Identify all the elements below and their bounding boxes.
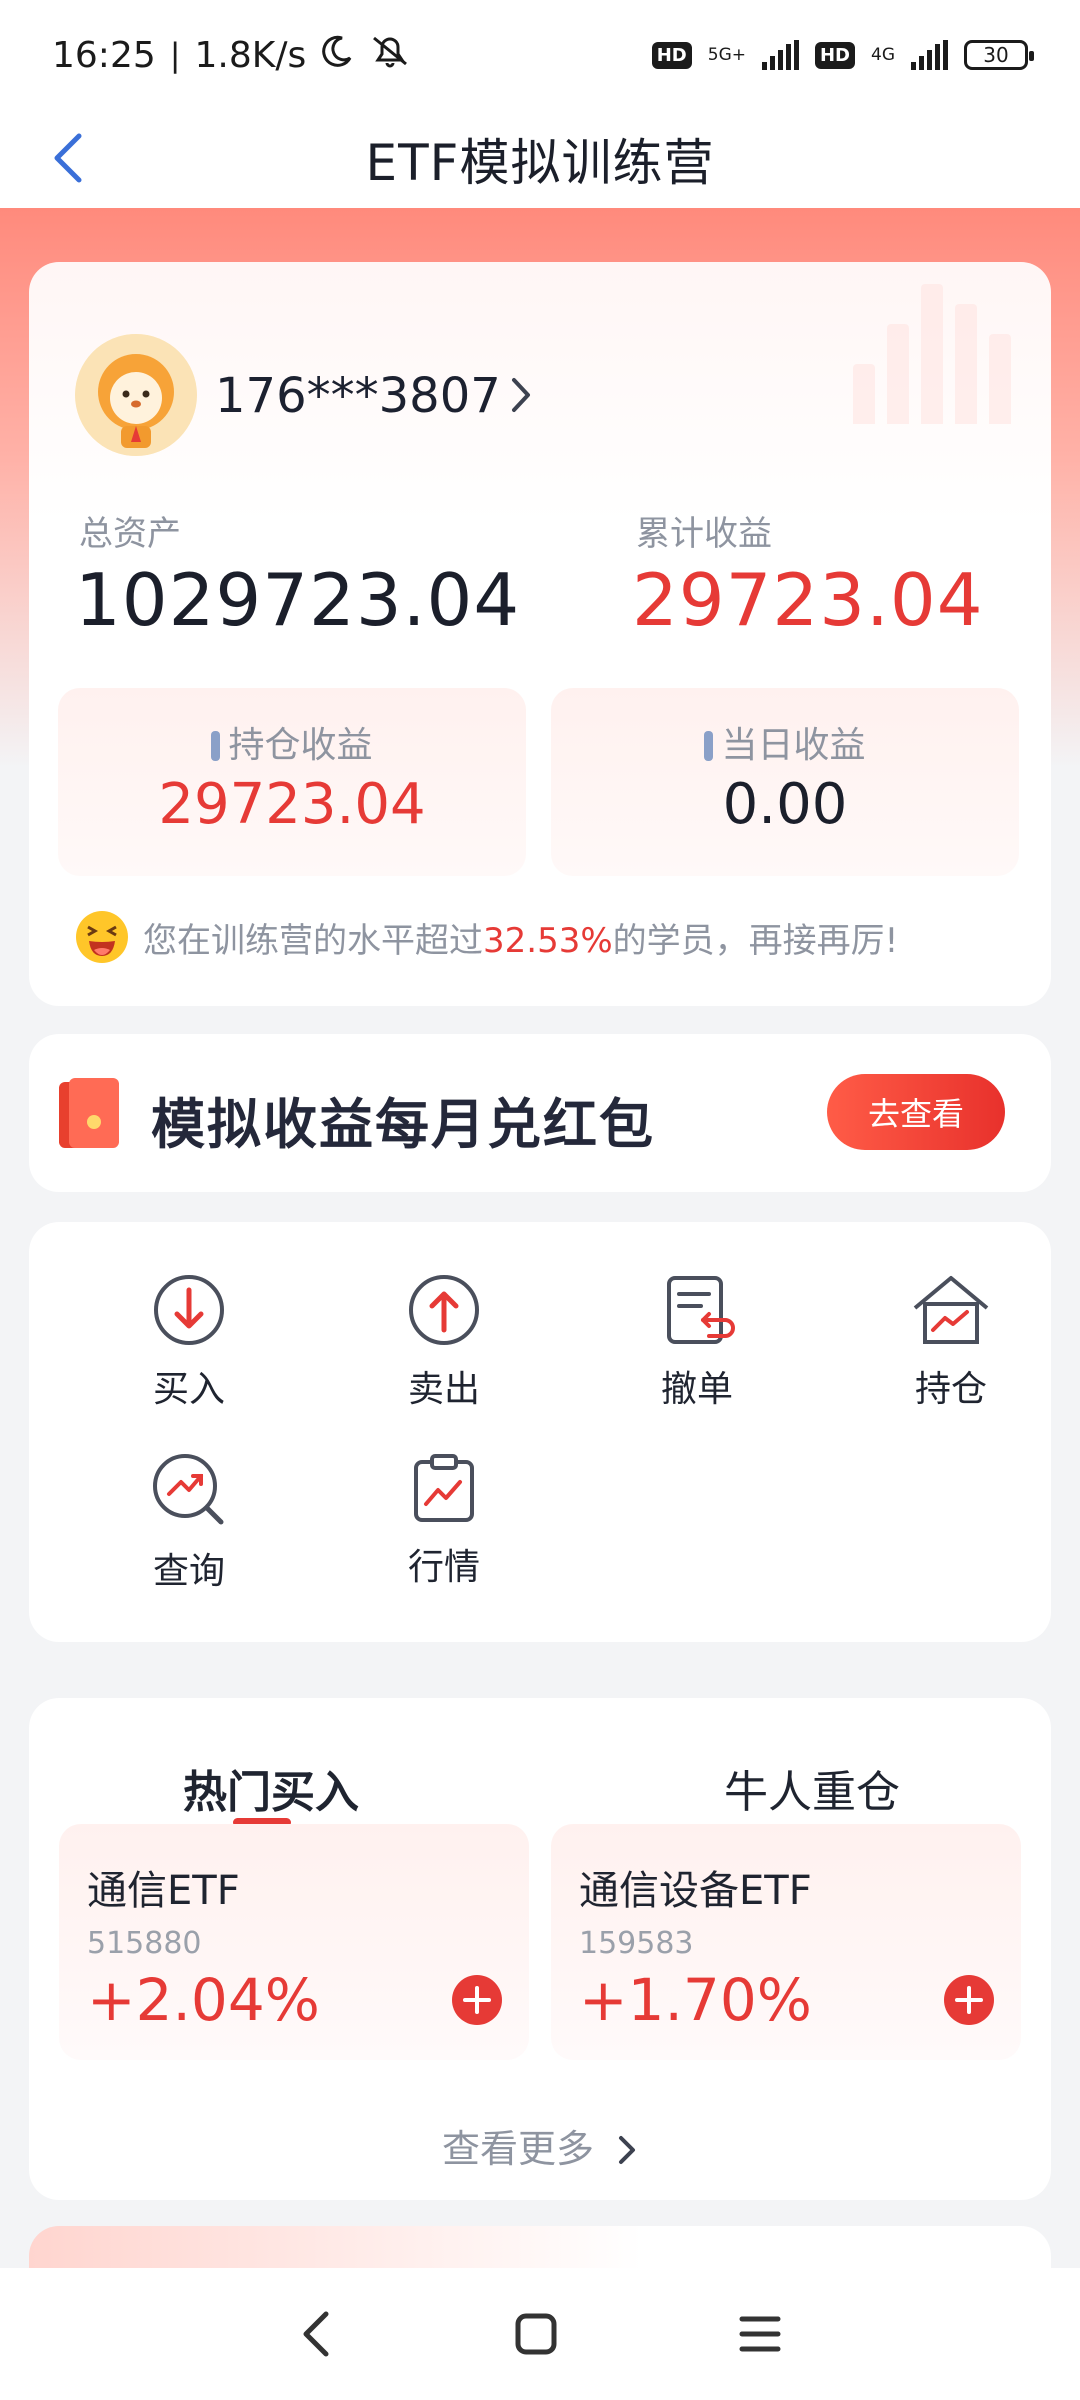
cumulative-profit-value: 29723.04: [632, 558, 984, 642]
view-more-label: 查看更多: [441, 2127, 594, 2171]
holding-profit-label: 持仓收益: [228, 725, 373, 766]
rank-percent: 32.53%: [483, 920, 613, 961]
hd-badge-2: HD: [814, 41, 855, 69]
add-icon[interactable]: [943, 1974, 995, 2026]
daily-tick-icon: [704, 731, 714, 761]
account-id[interactable]: 176***3807: [215, 368, 501, 424]
net-5g-label: 5G+: [707, 44, 746, 65]
nav-header: ETF模拟训练营: [0, 110, 1080, 208]
tab-top-holdings[interactable]: 牛人重仓: [724, 1756, 900, 1820]
query-icon: [153, 1454, 224, 1525]
battery-icon: 30: [964, 40, 1034, 70]
tab-hot-buy[interactable]: 热门买入: [183, 1756, 359, 1820]
chevron-left-icon: [54, 133, 82, 183]
market-action[interactable]: 行情: [364, 1450, 524, 1590]
mute-icon: [368, 34, 412, 77]
daily-profit-box: 当日收益 0.00: [551, 688, 1019, 876]
daily-profit-value: 0.00: [722, 772, 848, 837]
signal-4g-icon: [911, 40, 948, 70]
rank-message: 您在训练营的水平超过32.53%的学员，再接再厉!: [75, 910, 898, 964]
buy-action[interactable]: 买入: [109, 1272, 269, 1412]
holdings-action[interactable]: 持仓: [871, 1272, 1031, 1412]
buy-label: 买入: [152, 1369, 225, 1410]
fund-change: +1.70%: [579, 1966, 812, 2034]
holding-profit-value: 29723.04: [158, 772, 426, 837]
holdings-icon: [913, 1276, 989, 1344]
nav-home-icon[interactable]: [514, 2312, 558, 2356]
account-card: 176***3807 总资产 1029723.04 累计收益 29723.04 …: [29, 262, 1051, 1006]
query-action[interactable]: 查询: [109, 1450, 269, 1594]
cancel-order-icon: [667, 1276, 735, 1344]
system-nav-bar: [0, 2268, 1080, 2400]
trade-actions-card: 买入 卖出 撤单 持仓 查询 行情: [29, 1222, 1051, 1642]
sell-action[interactable]: 卖出: [364, 1272, 524, 1412]
rank-suffix: 的学员，再接再厉!: [612, 920, 899, 961]
rank-prefix: 您在训练营的水平超过: [143, 920, 483, 961]
decorative-bars: [853, 284, 1011, 424]
fund-code: 515880: [87, 1926, 202, 1961]
back-button[interactable]: [36, 126, 100, 190]
market-label: 行情: [407, 1547, 480, 1588]
view-promo-button[interactable]: 去查看: [827, 1074, 1005, 1150]
total-assets-label: 总资产: [79, 514, 181, 554]
holding-tick-icon: [211, 731, 221, 761]
fund-name: 通信设备ETF: [579, 1868, 812, 1914]
status-time: 16:25: [52, 34, 156, 76]
moon-icon: [320, 34, 354, 77]
cumulative-profit-label: 累计收益: [636, 514, 772, 554]
sell-label: 卖出: [407, 1369, 480, 1410]
sell-icon: [409, 1275, 479, 1345]
status-divider: |: [169, 36, 181, 74]
promo-banner[interactable]: 模拟收益每月兑红包 去查看: [29, 1034, 1051, 1192]
buy-icon: [154, 1275, 224, 1345]
holding-profit-box: 持仓收益 29723.04: [58, 688, 526, 876]
laughing-emoji-icon: [76, 911, 128, 963]
signal-5g-icon: [761, 40, 799, 70]
nav-menu-icon[interactable]: [738, 2314, 782, 2354]
total-assets-value: 1029723.04: [75, 558, 521, 642]
fund-card[interactable]: 通信设备ETF 159583 +1.70%: [551, 1824, 1021, 2060]
market-icon: [414, 1454, 474, 1522]
promo-title: 模拟收益每月兑红包: [151, 1093, 655, 1156]
status-bar: 16:25 | 1.8K/s HD 5G+ HD 4G 30: [0, 0, 1080, 110]
page-title: ETF模拟训练营: [365, 134, 715, 192]
holdings-label: 持仓: [914, 1369, 987, 1410]
avatar[interactable]: [75, 334, 197, 456]
fund-change: +2.04%: [87, 1966, 320, 2034]
nav-back-icon[interactable]: [298, 2309, 334, 2359]
daily-profit-label: 当日收益: [721, 725, 866, 766]
fund-card[interactable]: 通信ETF 515880 +2.04%: [59, 1824, 529, 2060]
chevron-right-icon[interactable]: [509, 376, 533, 414]
hot-funds-card: 热门买入 牛人重仓 通信ETF 515880 +2.04% 通信设备ETF 15…: [29, 1698, 1051, 2200]
cancel-order-label: 撤单: [660, 1369, 733, 1410]
lion-avatar-icon: [75, 334, 197, 456]
net-4g-label: 4G: [871, 44, 895, 65]
view-more-link[interactable]: 查看更多: [29, 2118, 1051, 2173]
chevron-right-icon: [619, 2136, 636, 2164]
add-icon[interactable]: [451, 1974, 503, 2026]
fund-name: 通信ETF: [87, 1868, 240, 1914]
query-label: 查询: [152, 1551, 225, 1592]
red-envelope-icon: [59, 1078, 119, 1148]
status-net-speed: 1.8K/s: [194, 34, 307, 76]
hd-badge: HD: [651, 41, 692, 69]
fund-code: 159583: [579, 1926, 694, 1961]
cancel-order-action[interactable]: 撤单: [617, 1272, 777, 1412]
